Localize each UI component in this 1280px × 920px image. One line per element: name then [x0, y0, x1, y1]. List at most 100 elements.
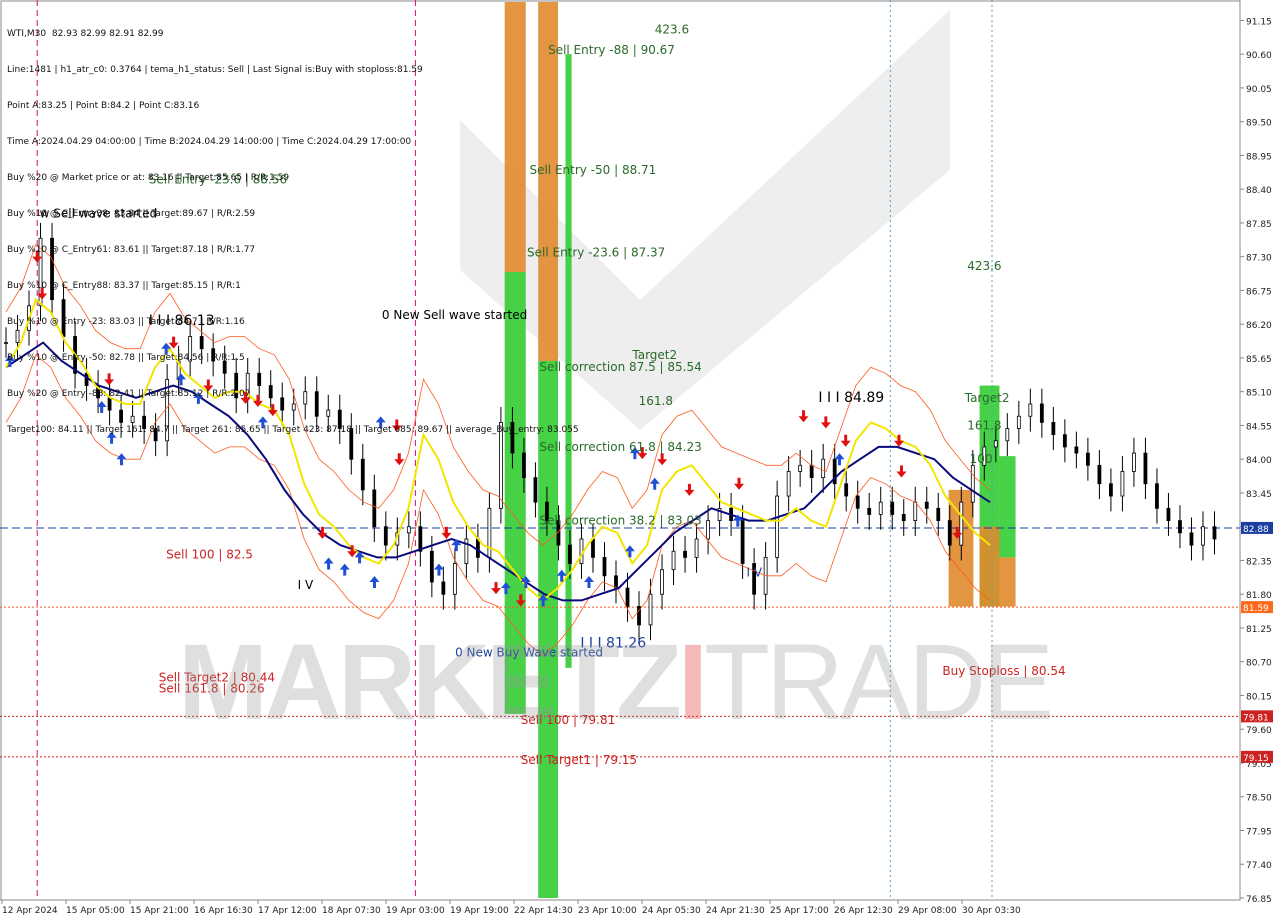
info-line: Buy %20 @ Market price or at: 83.16 || T… [7, 173, 290, 183]
candle-body [1155, 483, 1159, 509]
candle-body [579, 538, 584, 564]
info-line: Point A:83.25 | Point B:84.2 | Point C:8… [7, 101, 200, 111]
price-tag-label: 79.15 [1243, 754, 1269, 764]
info-line: Buy %10 @ C_Entry88: 83.37 || Target:85.… [7, 281, 241, 291]
candle-body [1212, 526, 1217, 540]
y-tick-label: 78.50 [1246, 794, 1272, 804]
candle-body [1109, 483, 1113, 497]
candle-body [706, 520, 710, 540]
candle-body [522, 452, 526, 479]
candle-body [1051, 421, 1056, 436]
watermark: MARKETZITRADE [178, 621, 1054, 742]
candle-body [591, 538, 595, 558]
candle-body [429, 550, 434, 583]
candle-body [694, 538, 699, 558]
y-tick-label: 88.95 [1246, 152, 1272, 162]
chart-annotation: I V [298, 578, 314, 592]
y-tick-label: 87.30 [1246, 254, 1272, 264]
y-tick-label: 88.40 [1246, 186, 1272, 196]
candle-body [809, 464, 814, 479]
candle-body [602, 556, 607, 577]
chart-annotation: I I I 84.89 [818, 390, 884, 406]
candle-body [683, 550, 687, 558]
candle-body [1166, 507, 1171, 521]
candle-body [890, 501, 895, 515]
y-tick-label: 81.25 [1246, 625, 1272, 635]
candle-body [568, 544, 572, 564]
x-tick-label: 12 Apr 2024 [2, 906, 58, 916]
chart-annotation: 161.8 [967, 418, 1001, 432]
x-tick-label: 23 Apr 10:00 [578, 906, 637, 916]
candle-body [1062, 434, 1067, 448]
x-tick-label: 15 Apr 21:00 [130, 906, 189, 916]
candle-body [1201, 526, 1205, 546]
candle-body [867, 507, 872, 515]
candle-body [441, 581, 446, 595]
y-tick-label: 77.40 [1246, 861, 1272, 871]
y-tick-label: 90.60 [1246, 51, 1272, 61]
x-tick-label: 26 Apr 12:30 [834, 906, 893, 916]
candle-body [360, 458, 365, 491]
candle-body [1178, 520, 1182, 534]
candle-body [786, 471, 791, 497]
candle-body [533, 477, 538, 503]
candle-body [452, 563, 457, 595]
x-tick-label: 19 Apr 03:00 [386, 906, 445, 916]
candle-body [1005, 428, 1010, 442]
y-tick-label: 89.50 [1246, 119, 1272, 129]
candle-body [844, 483, 849, 497]
y-tick-label: 80.70 [1246, 659, 1272, 669]
candle-body [913, 501, 918, 521]
y-tick-label: 83.45 [1246, 490, 1272, 500]
candle-body [878, 501, 883, 515]
price-tag-label: 79.81 [1243, 713, 1269, 723]
chart-annotation: Sell Target1 | 79.15 [521, 753, 637, 767]
candle-body [798, 464, 803, 472]
chart-annotation: 423.6 [655, 23, 689, 37]
candle-body [947, 520, 952, 546]
info-panel: WTI,M30 82.93 82.99 82.91 82.99 Line:148… [7, 4, 579, 448]
y-tick-label: 91.15 [1246, 17, 1272, 27]
x-tick-label: 15 Apr 05:00 [66, 906, 125, 916]
y-tick-label: 86.75 [1246, 287, 1272, 297]
candle-body [1039, 403, 1044, 423]
candle-body [475, 538, 480, 558]
candle-body [855, 495, 860, 509]
price-tag-label: 81.59 [1243, 604, 1269, 614]
candle-body [775, 495, 780, 558]
candle-body [625, 587, 630, 607]
x-tick-label: 22 Apr 14:30 [514, 906, 573, 916]
candle-body [901, 514, 906, 521]
candle-body [487, 507, 492, 558]
y-tick-label: 80.15 [1246, 692, 1272, 702]
candle-body [1074, 446, 1079, 454]
info-line: Time A:2024.04.29 04:00:00 | Time B:2024… [7, 137, 412, 147]
chart-annotation: 161.8 [639, 394, 673, 408]
candle-body [1028, 403, 1033, 417]
y-tick-label: 82.35 [1246, 557, 1272, 567]
signal-zone [999, 557, 1016, 607]
info-line: Buy %10 @ Entry -23: 83.03 || Target:84.… [7, 317, 245, 327]
info-line: Line:1481 | h1_atr_c0: 0.3764 | tema_h1_… [7, 65, 423, 75]
candle-body [1143, 452, 1148, 485]
info-line: Buy %10 @ C_Entry38: 83.84 || Target:89.… [7, 209, 256, 219]
candle-body [1132, 452, 1136, 472]
y-tick-label: 90.05 [1246, 85, 1272, 95]
x-tick-label: 24 Apr 05:30 [642, 906, 701, 916]
y-tick-label: 86.20 [1246, 321, 1272, 331]
y-tick-label: 76.85 [1246, 895, 1272, 905]
info-line: Buy %10 @ C_Entry61: 83.61 || Target:87.… [7, 245, 256, 255]
x-tick-label: 16 Apr 16:30 [194, 906, 253, 916]
chart-annotation: I V [746, 566, 762, 580]
candle-body [671, 550, 676, 571]
y-tick-label: 79.60 [1246, 726, 1272, 736]
candle-body [1085, 452, 1090, 466]
x-tick-label: 18 Apr 07:30 [322, 906, 381, 916]
x-tick-label: 17 Apr 12:00 [258, 906, 317, 916]
y-tick-label: 87.85 [1246, 220, 1272, 230]
candle-body [970, 464, 975, 503]
y-tick-label: 84.55 [1246, 422, 1272, 432]
chart-annotation: 100 [970, 452, 993, 466]
signal-zone [999, 456, 1016, 558]
candle-body [959, 501, 964, 546]
